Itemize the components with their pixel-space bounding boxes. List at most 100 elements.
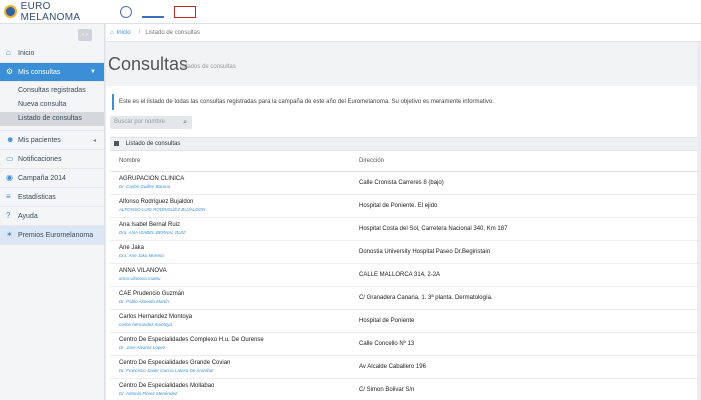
consulta-name[interactable]: Centro De Especialidades Complexo H.u. D… (119, 337, 359, 343)
table-icon (114, 140, 119, 146)
sidebar-item-label: Mis pacientes (18, 136, 61, 144)
consulta-doctor: Dr. Francisco Javier García Latasa De Ar… (119, 368, 214, 373)
consulta-name[interactable]: Alfonso Rodríguez Bujaldon (119, 199, 359, 205)
sidebar-item-label: Estadísticas (18, 193, 56, 201)
sidebar-item-campana-2014[interactable]: ◉ Campaña 2014 (0, 169, 104, 188)
table-header-row: Nombre Dirección (110, 151, 701, 172)
pin-icon: ◉ (6, 173, 13, 182)
consulta-doctor: Dra. Ane Jaka Moreno (119, 253, 164, 258)
home-icon: ⌂ (110, 29, 114, 36)
gear-icon: ⚙ (6, 67, 14, 76)
panel-title: Listado de consultas (125, 141, 181, 147)
sidebar-item-label: Mis consultas (18, 68, 61, 76)
consulta-doctor: Dr. Antonio Flórez Menéndez (119, 391, 178, 396)
table-row[interactable]: Centro De Especialidades Complexo H.u. D… (110, 332, 701, 356)
cell-nombre: Ana Isabel Bernal Ruiz Dra. ANA ISABEL BE… (110, 217, 359, 241)
breadcrumb: ⌂ Inicio / Listado de consultas (106, 24, 701, 42)
sidebar-item-label: Premios Euromelanoma (18, 231, 94, 239)
table-row[interactable]: Ana Isabel Bernal Ruiz Dra. ANA ISABEL BE… (110, 217, 701, 241)
table-row[interactable]: Centro De Especialidades Mollabao Dr. Ant… (110, 378, 701, 400)
sidebar-item-premios-euromelanoma[interactable]: ✶ Premios Euromelanoma (0, 226, 104, 245)
breadcrumb-current: Listado de consultas (145, 29, 201, 36)
consultas-table: Nombre Dirección AGRUPACION CLINICA Dr. C… (110, 151, 701, 400)
fundacion-logo-icon (174, 5, 196, 18)
sidebar-item-label: Notificaciones (18, 155, 62, 163)
table-row[interactable]: Alfonso Rodríguez Bujaldon ALFONSO LUIS R… (110, 194, 701, 218)
stack-icon: ≡ (6, 192, 11, 201)
star-icon: ✶ (6, 230, 13, 239)
chevron-left-icon: ◂ (92, 137, 96, 144)
sidebar-collapse-button[interactable]: ‹ › (78, 29, 92, 41)
consulta-name[interactable]: Centro De Especialidades Grande Covian (119, 360, 359, 366)
sidebar-item-mis-pacientes[interactable]: ☻ Mis pacientes ◂ (0, 131, 104, 150)
table-row[interactable]: CAE Prudencio Guzmán Dr. Pablo Almeida Ma… (110, 286, 701, 310)
table-row[interactable]: ANNA VILANOVA anna vilanova mateu CALLE MA… (110, 263, 701, 287)
consulta-doctor: anna vilanova mateu (119, 276, 161, 281)
monitor-icon: ▭ (6, 154, 14, 163)
column-header-nombre[interactable]: Nombre (110, 151, 359, 172)
consulta-doctor: ALFONSO LUIS RODRIGUEZ BUJALDON (119, 207, 206, 212)
table-row[interactable]: Centro De Especialidades Grande Covian Dr… (110, 355, 701, 379)
search-input[interactable]: Buscar por nombre ⌕ (110, 116, 192, 129)
sidebar-item-notificaciones[interactable]: ▭ Notificaciones (0, 150, 104, 169)
cell-nombre: Centro De Especialidades Mollabao Dr. Ant… (110, 378, 359, 400)
content-area: Este es el listado de todas las consulta… (106, 86, 701, 400)
cell-direccion: Hospital de Poniente. El ejido (359, 194, 701, 218)
sidebar-item-label: Campaña 2014 (18, 174, 66, 182)
consulta-name[interactable]: CAE Prudencio Guzmán (119, 291, 359, 297)
breadcrumb-home-link[interactable]: Inicio (117, 30, 131, 36)
cell-nombre: ANNA VILANOVA anna vilanova mateu (110, 263, 359, 287)
consulta-name[interactable]: Carlos Hernandez Montoya (119, 314, 359, 320)
cell-direccion: C/ Granadera Canaria, 1. 3ª planta. Derm… (359, 286, 701, 310)
page-title: Consultas (108, 54, 189, 74)
users-icon: ☻ (6, 135, 15, 144)
table-row[interactable]: Carlos Hernandez Montoya carlos hernandez… (110, 309, 701, 333)
cell-direccion: CALLE MALLORCA 314, 2-2A (359, 263, 701, 287)
consulta-name[interactable]: AGRUPACION CLINICA (119, 176, 359, 182)
cell-direccion: Calle Cronista Carreres 8 (bajo) (359, 171, 701, 195)
consulta-doctor: Dra. ANA ISABEL BERNAL RUIZ (119, 230, 186, 235)
sidebar-subitem-consultas-registradas[interactable]: Consultas registradas (0, 84, 104, 98)
cell-nombre: Centro De Especialidades Complexo H.u. D… (110, 332, 359, 356)
chevron-down-icon: ▼ (90, 69, 96, 75)
info-note: Este es el listado de todas las consulta… (112, 94, 697, 110)
cell-nombre: Alfonso Rodríguez Bujaldon ALFONSO LUIS R… (110, 194, 359, 218)
search-icon[interactable]: ⌕ (183, 116, 187, 129)
sidebar-item-mis-consultas[interactable]: ⚙ Mis consultas ▼ (0, 63, 104, 82)
sidebar-nav: ⌂ Inicio ⚙ Mis consultas ▼ Consultas reg… (0, 44, 104, 245)
page-subtitle: listados de consultas (180, 64, 236, 70)
sidebar: ‹ › ⌂ Inicio ⚙ Mis consultas ▼ Consultas… (0, 24, 105, 400)
consulta-name[interactable]: Ane Jaka (119, 245, 359, 251)
cell-nombre: AGRUPACION CLINICA Dr. Carlos Guillen Bar… (110, 171, 359, 195)
cell-nombre: Carlos Hernandez Montoya carlos hernandez… (110, 309, 359, 333)
sidebar-item-label: Inicio (18, 49, 35, 57)
sidebar-subitem-listado-de-consultas[interactable]: Listado de consultas (0, 112, 104, 126)
cell-nombre: CAE Prudencio Guzmán Dr. Pablo Almeida Ma… (110, 286, 359, 310)
search-placeholder: Buscar por nombre (114, 119, 166, 125)
cell-direccion: Av Alcalde Caballero 196 (359, 355, 701, 379)
sidebar-item-inicio[interactable]: ⌂ Inicio (0, 44, 104, 63)
cell-direccion: Calle Concello Nº 13 (359, 332, 701, 356)
cell-nombre: Ane Jaka Dra. Ane Jaka Moreno (110, 240, 359, 264)
sidebar-item-estadisticas[interactable]: ≡ Estadísticas (0, 188, 104, 207)
brand[interactable]: EURO MELANOMA (0, 0, 110, 24)
sidebar-item-ayuda[interactable]: ? Ayuda (0, 207, 104, 226)
main-content: ⌂ Inicio / Listado de consultas Consulta… (106, 24, 701, 400)
consulta-doctor: Dr. Carlos Guillen Barona (119, 184, 171, 189)
breadcrumb-separator: / (138, 29, 141, 36)
panel-header: Listado de consultas (110, 138, 701, 151)
sidebar-subitem-nueva-consulta[interactable]: Nueva consulta (0, 98, 104, 112)
table-row[interactable]: AGRUPACION CLINICA Dr. Carlos Guillen Bar… (110, 171, 701, 195)
column-header-direccion[interactable]: Dirección (359, 151, 701, 172)
consulta-doctor: Dr. Pablo Almeida Martín (119, 299, 169, 304)
brand-name: EURO MELANOMA (20, 0, 81, 23)
sidebar-item-label: Ayuda (18, 212, 38, 220)
consulta-name[interactable]: Ana Isabel Bernal Ruiz (119, 222, 359, 228)
consulta-name[interactable]: ANNA VILANOVA (119, 268, 359, 274)
page-scrollbar[interactable] (697, 42, 701, 400)
consulta-doctor: carlos hernandez montoya (119, 322, 173, 327)
consulta-name[interactable]: Centro De Especialidades Mollabao (119, 383, 359, 389)
table-row[interactable]: Ane Jaka Dra. Ane Jaka Moreno Donostia Uni… (110, 240, 701, 264)
cell-direccion: Hospital de Poniente (359, 309, 701, 333)
cell-direccion: Hospital Costa del Sol, Carretera Nacion… (359, 217, 701, 241)
